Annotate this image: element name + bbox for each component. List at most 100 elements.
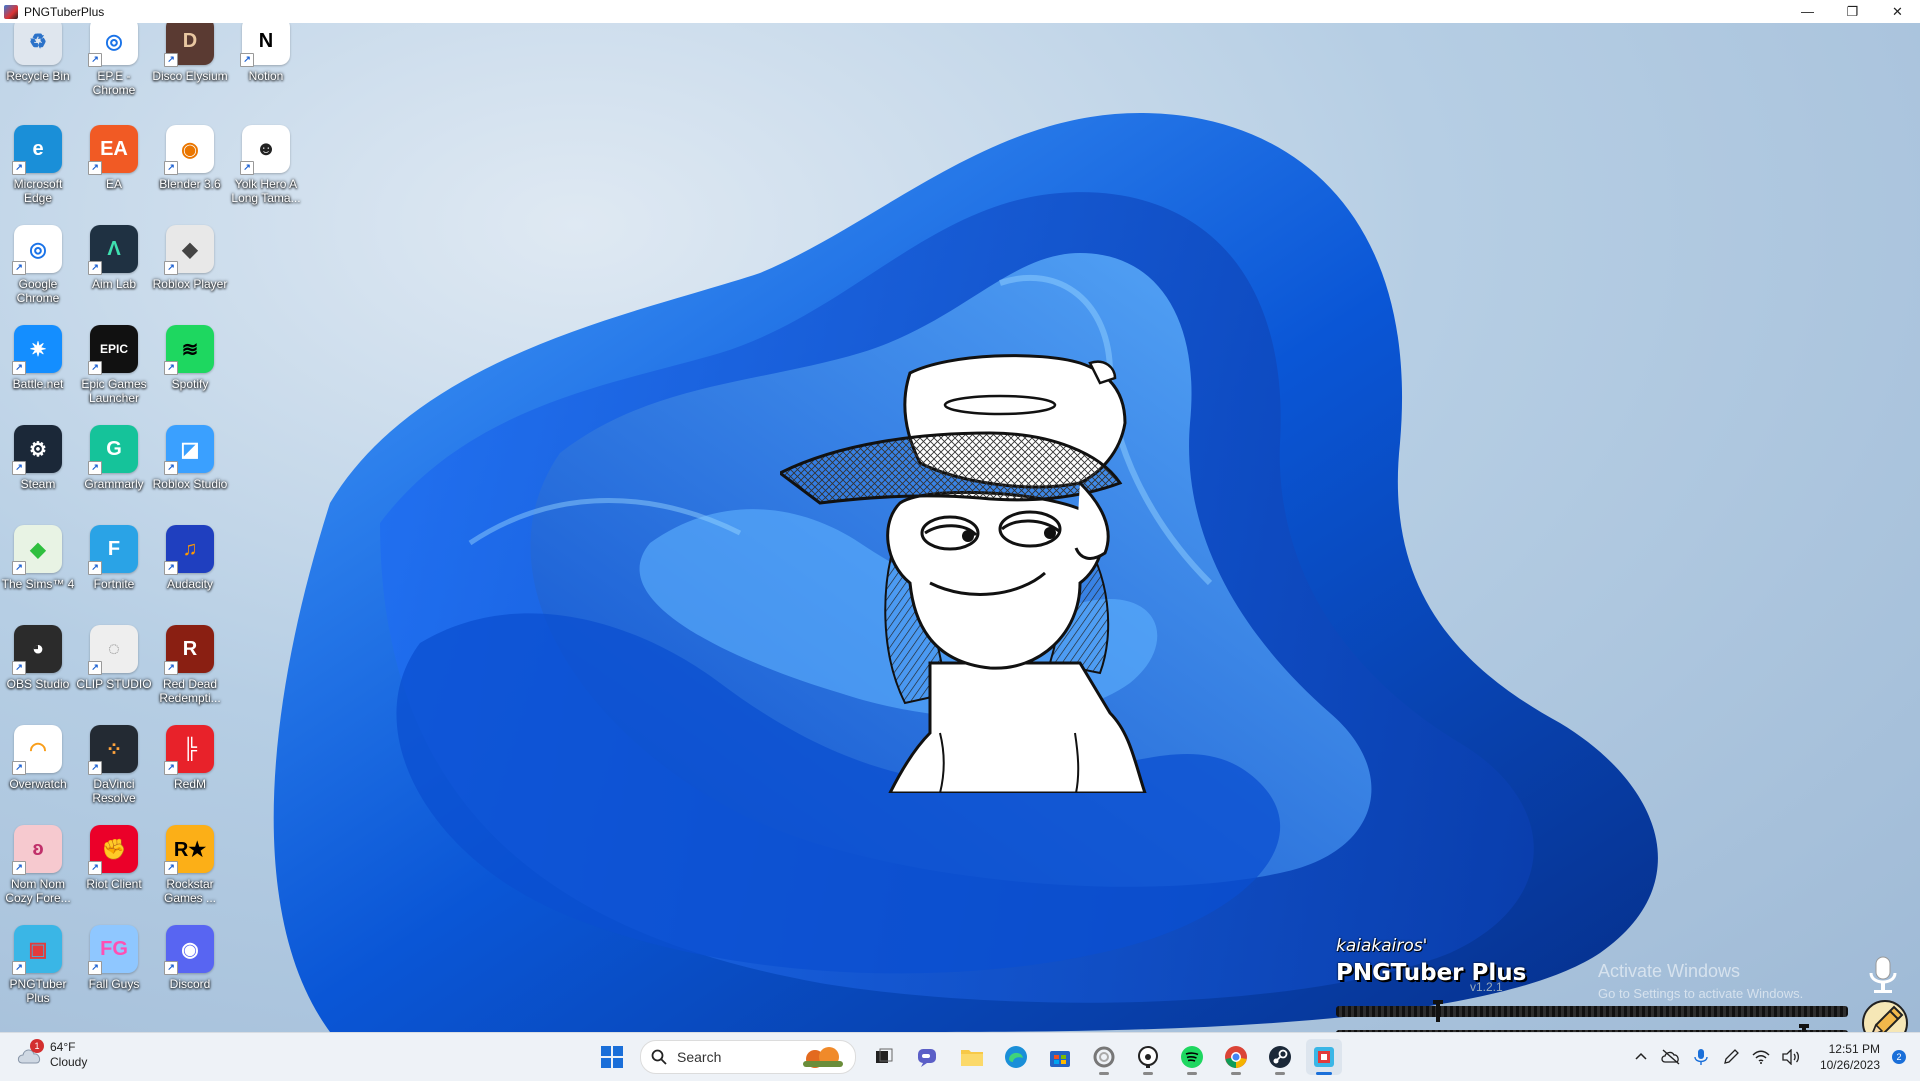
desktop[interactable]: ♻ Recycle Bin ◎ ↗ EP.E - Chrome D ↗ Disco Elysi…: [0, 23, 1920, 1032]
recycle-bin-icon: ♻: [14, 23, 62, 65]
desktop-icon-redm[interactable]: ╠ ↗ RedM: [152, 725, 228, 791]
store-button[interactable]: [1042, 1039, 1078, 1075]
desktop-icon-label: OBS Studio: [6, 677, 70, 691]
desktop-icon-nom-nom[interactable]: ʚ ↗ Nom Nom Cozy Fore...: [0, 825, 76, 905]
desktop-icon-pngtuber-plus[interactable]: ▣ ↗ PNGTuber Plus: [0, 925, 76, 1005]
desktop-icon-roblox-studio[interactable]: ◪ ↗ Roblox Studio: [152, 425, 228, 491]
desktop-icon-rockstar[interactable]: R★ ↗ Rockstar Games ...: [152, 825, 228, 905]
desktop-icon-label: Epic Games Launcher: [81, 377, 147, 405]
chrome-taskbar-button[interactable]: [1218, 1039, 1254, 1075]
threshold-slider-handle[interactable]: [1799, 1024, 1809, 1032]
microphone-icon: [1694, 1049, 1708, 1065]
watermark-subtitle: Go to Settings to activate Windows.: [1598, 986, 1804, 1001]
desktop-icon-label: Steam: [20, 477, 56, 491]
volume-tray-button[interactable]: [1776, 1042, 1806, 1072]
desktop-icon-audacity[interactable]: ♫ ↗ Audacity: [152, 525, 228, 591]
weather-widget[interactable]: 1 64°F Cloudy: [16, 1039, 87, 1070]
desktop-icon-chrome[interactable]: ◎ ↗ EP.E - Chrome: [76, 23, 152, 97]
brand-author: kaiakairos': [1336, 936, 1428, 956]
running-indicator: [1099, 1072, 1109, 1075]
shortcut-arrow-icon: ↗: [12, 461, 26, 475]
shortcut-arrow-icon: ↗: [240, 161, 254, 175]
desktop-icon-label: Grammarly: [84, 477, 144, 491]
microphone-tray-button[interactable]: [1686, 1042, 1716, 1072]
show-hidden-icons-button[interactable]: [1626, 1042, 1656, 1072]
steam-taskbar-button[interactable]: [1262, 1039, 1298, 1075]
desktop-icon-fall-guys[interactable]: FG ↗ Fall Guys: [76, 925, 152, 991]
desktop-icon-fortnite[interactable]: F ↗ Fortnite: [76, 525, 152, 591]
desktop-icon-grammarly[interactable]: G ↗ Grammarly: [76, 425, 152, 491]
desktop-icon-davinci-resolve[interactable]: ⁘ ↗ DaVinci Resolve: [76, 725, 152, 805]
desktop-icon-obs[interactable]: ◕ ↗ OBS Studio: [0, 625, 76, 691]
desktop-icon-yolk-hero[interactable]: ☻ ↗ Yolk Hero A Long Tama...: [228, 125, 304, 205]
desktop-icon-label: DaVinci Resolve: [92, 777, 136, 805]
taskbar-search[interactable]: Search: [640, 1040, 856, 1074]
desktop-icon-clip-studio[interactable]: ◌ ↗ CLIP STUDIO: [76, 625, 152, 691]
pen-tray-button[interactable]: [1716, 1042, 1746, 1072]
onedrive-tray-button[interactable]: [1656, 1042, 1686, 1072]
desktop-icon-roblox[interactable]: ◆ ↗ Roblox Player: [152, 225, 228, 291]
restore-button[interactable]: ❐: [1830, 0, 1875, 23]
clock[interactable]: 12:51 PM 10/26/2023: [1820, 1041, 1880, 1073]
microphone-icon[interactable]: [1866, 955, 1900, 995]
chrome-icon: ◎ ↗: [12, 225, 62, 275]
file-explorer-icon: [961, 1050, 983, 1066]
volume-slider-handle[interactable]: [1433, 1000, 1443, 1022]
shortcut-arrow-icon: ↗: [88, 961, 102, 975]
desktop-icon-discord[interactable]: ◉ ↗ Discord: [152, 925, 228, 991]
desktop-icon-overwatch[interactable]: ◠ ↗ Overwatch: [0, 725, 76, 791]
task-view-button[interactable]: [866, 1039, 902, 1075]
desktop-icon-spotify[interactable]: ≋ ↗ Spotify: [152, 325, 228, 391]
shortcut-arrow-icon: ↗: [12, 261, 26, 275]
desktop-icon-recycle-bin[interactable]: ♻ Recycle Bin: [0, 23, 76, 83]
start-button[interactable]: [594, 1039, 630, 1075]
desktop-icon-red-dead[interactable]: R ↗ Red Dead Redempti...: [152, 625, 228, 705]
desktop-icon-label: Nom Nom Cozy Fore...: [5, 877, 71, 905]
clip-studio-taskbar-button[interactable]: [1086, 1039, 1122, 1075]
sims-icon: ◆ ↗: [12, 525, 62, 575]
close-button[interactable]: ✕: [1875, 0, 1920, 23]
desktop-icon-notion[interactable]: N ↗ Notion: [228, 23, 304, 83]
version-label: v1.2.1: [1470, 980, 1503, 994]
edge-taskbar-button[interactable]: [998, 1039, 1034, 1075]
audacity-icon: ♫ ↗: [164, 525, 214, 575]
activation-watermark: Activate Windows Go to Settings to activ…: [1598, 961, 1803, 1001]
edit-pencil-icon[interactable]: [1860, 999, 1910, 1032]
desktop-icon-label: CLIP STUDIO: [76, 677, 152, 691]
running-indicator: [1275, 1072, 1285, 1075]
minimize-button[interactable]: —: [1785, 0, 1830, 23]
desktop-icon-label: Riot Client: [86, 877, 142, 891]
desktop-icon-steam[interactable]: ⚙ ↗ Steam: [0, 425, 76, 491]
desktop-icon-label: Overwatch: [9, 777, 67, 791]
pngtuber-avatar[interactable]: [780, 333, 1160, 793]
shortcut-arrow-icon: ↗: [12, 961, 26, 975]
pngtuber-plus-taskbar-button[interactable]: [1306, 1039, 1342, 1075]
desktop-icon-blender[interactable]: ◉ ↗ Blender 3.6: [152, 125, 228, 191]
desktop-icon-ea[interactable]: EA ↗ EA: [76, 125, 152, 191]
desktop-icon-disco-elysium[interactable]: D ↗ Disco Elysium: [152, 23, 228, 83]
desktop-icon-epic-games[interactable]: EPIC ↗ Epic Games Launcher: [76, 325, 152, 405]
spotify-taskbar-button[interactable]: [1174, 1039, 1210, 1075]
desktop-icon-battlenet[interactable]: ✷ ↗ Battle.net: [0, 325, 76, 391]
shortcut-arrow-icon: ↗: [88, 561, 102, 575]
wifi-tray-button[interactable]: [1746, 1042, 1776, 1072]
shortcut-arrow-icon: ↗: [88, 861, 102, 875]
desktop-icon-edge[interactable]: e ↗ Microsoft Edge: [0, 125, 76, 205]
desktop-icon-sims[interactable]: ◆ ↗ The Sims™ 4: [0, 525, 76, 591]
steam-icon: ⚙ ↗: [12, 425, 62, 475]
notification-badge[interactable]: 2: [1892, 1050, 1906, 1064]
file-explorer-button[interactable]: [954, 1039, 990, 1075]
volume-slider[interactable]: [1336, 1000, 1848, 1022]
search-icon: [651, 1049, 667, 1065]
yolk-hero-taskbar-button[interactable]: [1130, 1039, 1166, 1075]
desktop-icon-chrome[interactable]: ◎ ↗ Google Chrome: [0, 225, 76, 305]
desktop-icon-label: Roblox Studio: [152, 477, 228, 491]
running-indicator: [1187, 1072, 1197, 1075]
desktop-icon-aim-lab[interactable]: Λ ↗ Aim Lab: [76, 225, 152, 291]
active-indicator: [1316, 1072, 1332, 1075]
shortcut-arrow-icon: ↗: [88, 361, 102, 375]
desktop-icon-label: Fall Guys: [88, 977, 140, 991]
window-title-bar[interactable]: PNGTuberPlus — ❐ ✕: [0, 0, 1920, 23]
chat-button[interactable]: [910, 1039, 946, 1075]
desktop-icon-riot-client[interactable]: ✊ ↗ Riot Client: [76, 825, 152, 891]
